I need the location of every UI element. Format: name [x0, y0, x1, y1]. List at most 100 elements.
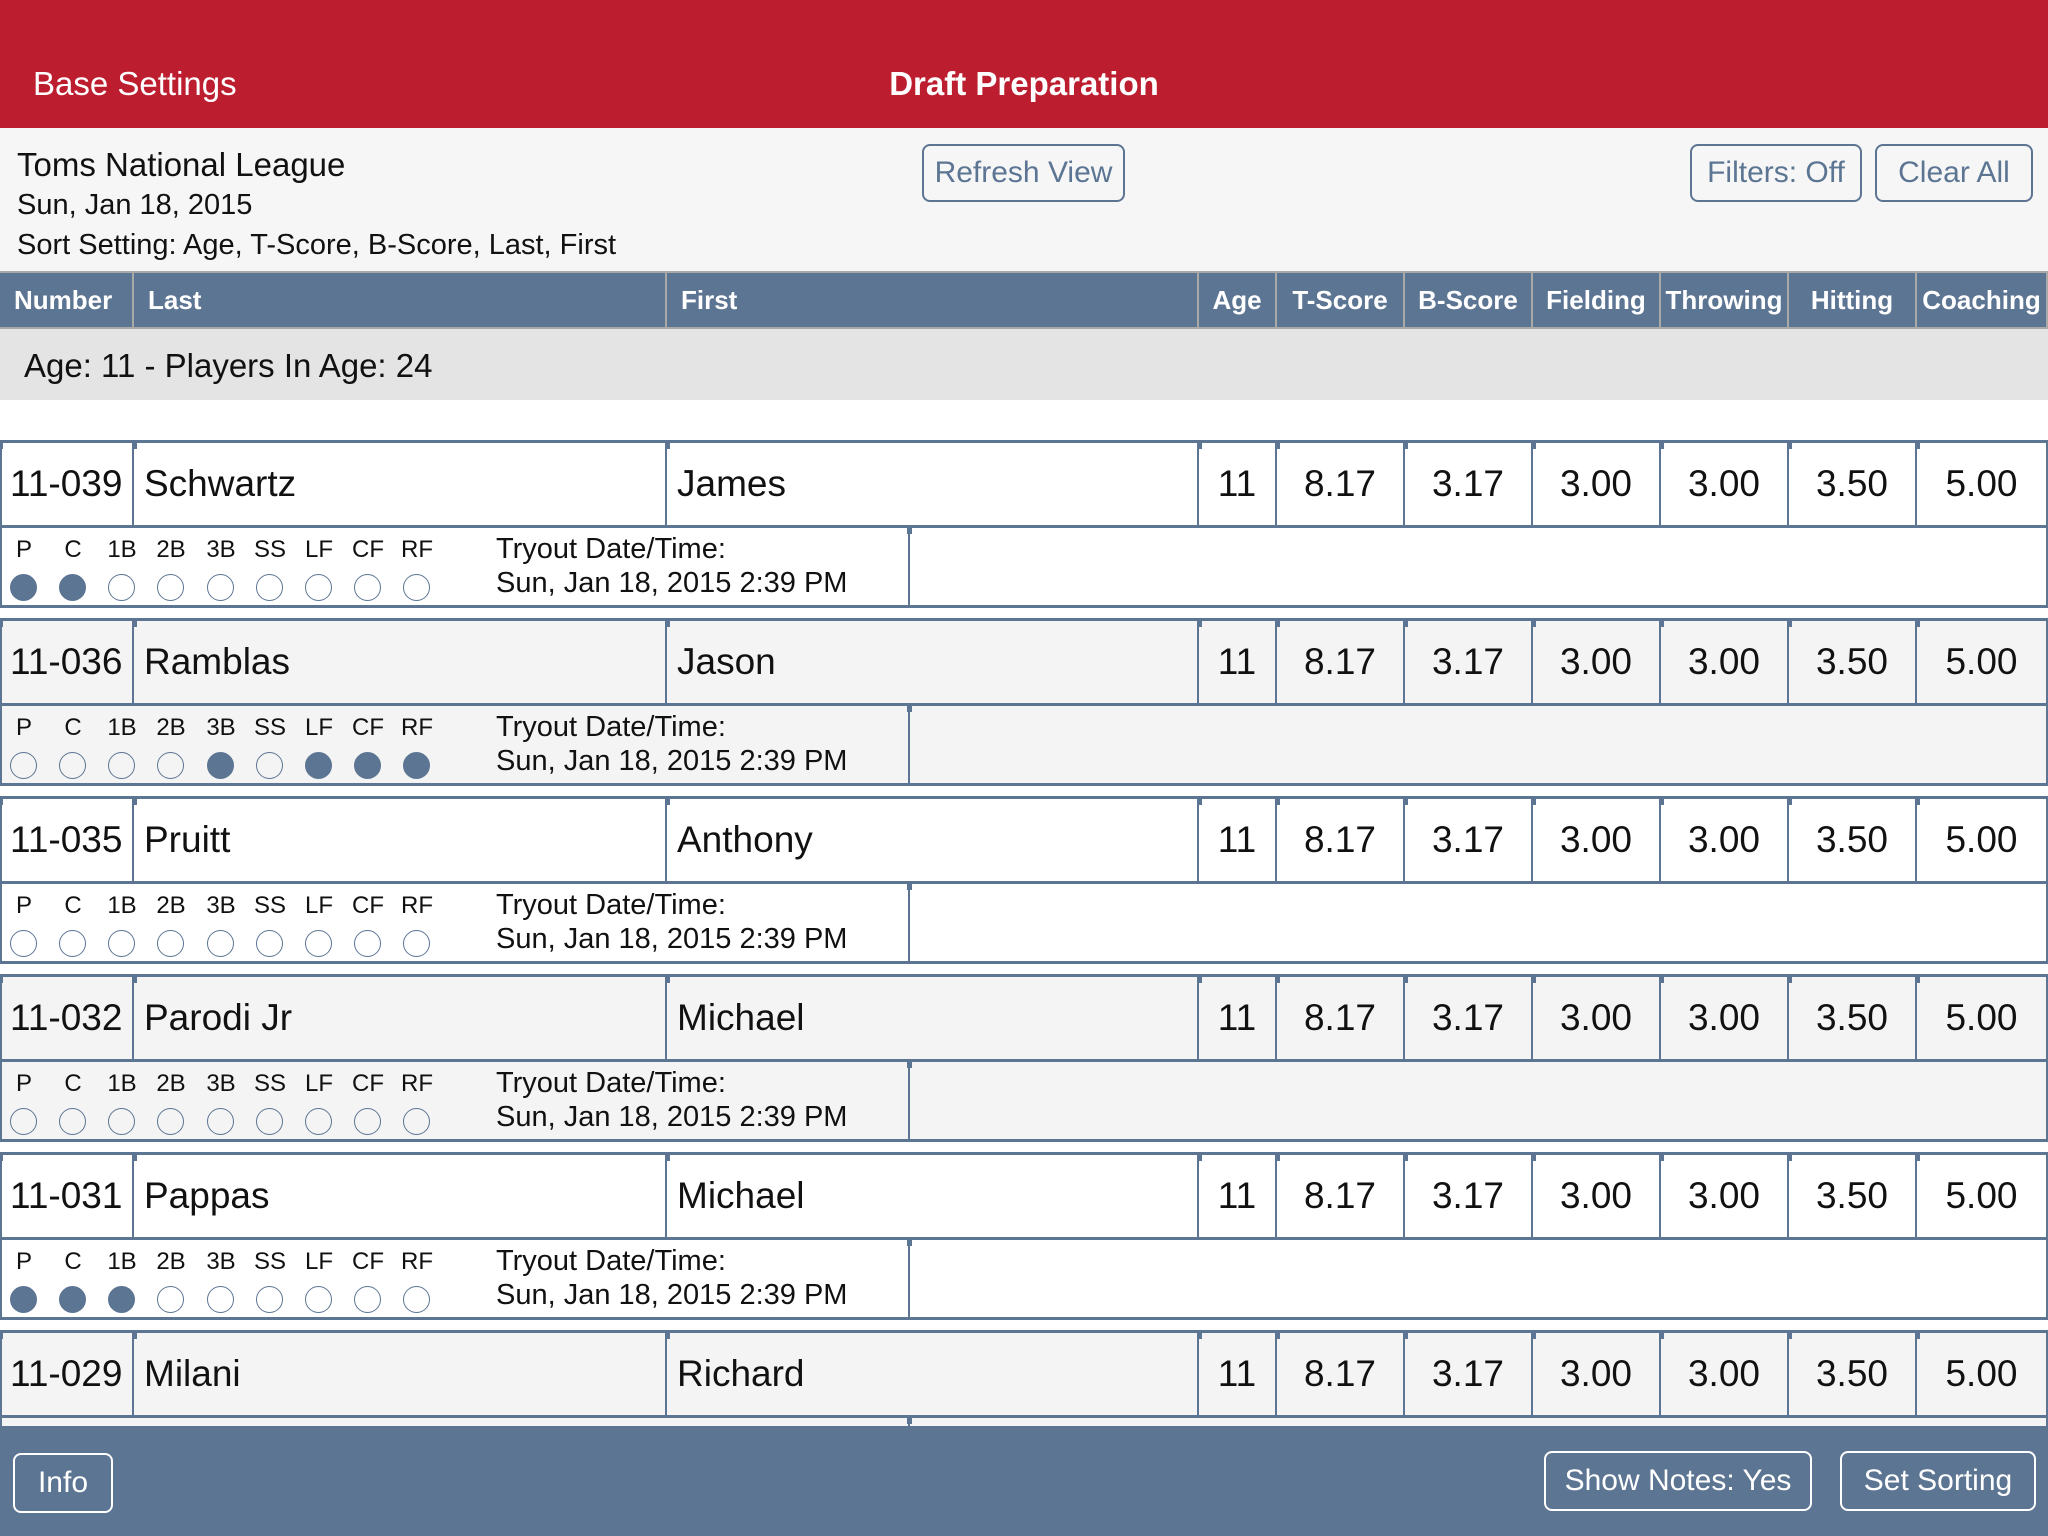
filters-toggle-button[interactable]: Filters: Off	[1690, 144, 1862, 202]
cell-last-name: Ramblas	[132, 621, 667, 703]
league-info-header: Toms National League Sun, Jan 18, 2015 S…	[0, 128, 2048, 271]
position-radio-1b[interactable]	[108, 574, 135, 601]
player-row-partial[interactable]: PC1B2B3BSSLFCFRFTryout Date/Time:Sun, Ja…	[0, 400, 2048, 442]
position-radio-3b[interactable]	[207, 574, 234, 601]
position-radio-rf[interactable]	[403, 1108, 430, 1135]
refresh-view-button[interactable]: Refresh View	[922, 144, 1125, 202]
position-radio-lf[interactable]	[305, 574, 332, 601]
position-label: 2B	[156, 892, 186, 919]
cell-coaching: 5.00	[1915, 1333, 2048, 1415]
column-header-throwing[interactable]: Throwing	[1661, 273, 1789, 327]
column-header-age[interactable]: Age	[1199, 273, 1277, 327]
position-radio-p[interactable]	[10, 1286, 37, 1313]
player-main-row[interactable]: 11-032 Parodi Jr Michael 11 8.17 3.17 3.00 3.00…	[0, 974, 2048, 1062]
player-row[interactable]: 11-035 Pruitt Anthony 11 8.17 3.17 3.00 3.00 3.5…	[0, 796, 2048, 968]
position-radio-1b[interactable]	[108, 930, 135, 957]
set-sorting-button[interactable]: Set Sorting	[1840, 1451, 2036, 1511]
position-radio-3b[interactable]	[207, 1286, 234, 1313]
player-row[interactable]: 11-031 Pappas Michael 11 8.17 3.17 3.00 3.00 3.5…	[0, 1152, 2048, 1324]
position-label: SS	[253, 892, 286, 919]
position-radio-rf[interactable]	[403, 930, 430, 957]
position-radio-c[interactable]	[59, 574, 86, 601]
table-column-header: Number Last First Age T-Score B-Score Fielding…	[0, 271, 2048, 329]
age-group-header: Age: 11 - Players In Age: 24	[0, 329, 2048, 400]
position-label: LF	[304, 1070, 333, 1097]
position-radio-p[interactable]	[10, 1108, 37, 1135]
position-radio-3b[interactable]	[207, 930, 234, 957]
cell-b-score: 3.17	[1403, 977, 1533, 1059]
position-radio-p[interactable]	[10, 574, 37, 601]
position-radio-1b[interactable]	[108, 752, 135, 779]
info-button[interactable]: Info	[13, 1453, 113, 1513]
position-radio-1b[interactable]	[108, 1286, 135, 1313]
column-header-b-score[interactable]: B-Score	[1405, 273, 1533, 327]
position-label: 1B	[107, 536, 137, 563]
position-label: CF	[352, 714, 384, 741]
position-radio-ss[interactable]	[256, 930, 283, 957]
column-header-hitting[interactable]: Hitting	[1789, 273, 1917, 327]
column-header-coaching[interactable]: Coaching	[1917, 273, 2048, 327]
player-row[interactable]: 11-029 Milani Richard 11 8.17 3.17 3.00 3.00 3.5…	[0, 1330, 2048, 1426]
tryout-datetime: Sun, Jan 18, 2015 2:39 PM	[496, 567, 848, 599]
position-radio-3b[interactable]	[207, 1108, 234, 1135]
cell-t-score: 8.17	[1275, 1155, 1405, 1237]
position-radio-lf[interactable]	[305, 1108, 332, 1135]
column-header-first-name[interactable]: First	[667, 273, 1199, 327]
position-radio-2b[interactable]	[157, 752, 184, 779]
position-radio-p[interactable]	[10, 752, 37, 779]
player-main-row[interactable]: 11-029 Milani Richard 11 8.17 3.17 3.00 3.00 3.5…	[0, 1330, 2048, 1418]
position-label: C	[64, 892, 82, 919]
position-radio-rf[interactable]	[403, 752, 430, 779]
player-main-row[interactable]: 11-036 Ramblas Jason 11 8.17 3.17 3.00 3.00 3.50…	[0, 618, 2048, 706]
show-notes-toggle-button[interactable]: Show Notes: Yes	[1544, 1451, 1812, 1511]
position-radio-c[interactable]	[59, 930, 86, 957]
position-radio-2b[interactable]	[157, 1108, 184, 1135]
cell-coaching: 5.00	[1915, 443, 2048, 525]
position-radio-ss[interactable]	[256, 752, 283, 779]
position-radio-2b[interactable]	[157, 930, 184, 957]
column-header-number[interactable]: Number	[0, 273, 134, 327]
cell-number: 11-031	[0, 1155, 134, 1237]
position-radio-2b[interactable]	[157, 1286, 184, 1313]
position-label: 3B	[206, 714, 236, 741]
player-list[interactable]: PC1B2B3BSSLFCFRFTryout Date/Time:Sun, Ja…	[0, 400, 2048, 1426]
position-radio-cf[interactable]	[354, 1286, 381, 1313]
position-radio-ss[interactable]	[256, 574, 283, 601]
position-radio-3b[interactable]	[207, 752, 234, 779]
column-header-t-score[interactable]: T-Score	[1277, 273, 1405, 327]
column-header-fielding[interactable]: Fielding	[1533, 273, 1661, 327]
position-radio-c[interactable]	[59, 1286, 86, 1313]
position-radio-lf[interactable]	[305, 752, 332, 779]
position-radio-lf[interactable]	[305, 1286, 332, 1313]
position-radio-cf[interactable]	[354, 1108, 381, 1135]
player-row[interactable]: 11-032 Parodi Jr Michael 11 8.17 3.17 3.00 3.00…	[0, 974, 2048, 1146]
position-radio-2b[interactable]	[157, 574, 184, 601]
player-row[interactable]: 11-036 Ramblas Jason 11 8.17 3.17 3.00 3.00 3.50…	[0, 618, 2048, 790]
cell-t-score: 8.17	[1275, 799, 1405, 881]
position-radio-ss[interactable]	[256, 1108, 283, 1135]
position-radio-p[interactable]	[10, 930, 37, 957]
player-row[interactable]: 11-039 Schwartz James 11 8.17 3.17 3.00 3.00 3.5…	[0, 440, 2048, 612]
position-radio-c[interactable]	[59, 752, 86, 779]
position-radio-rf[interactable]	[403, 1286, 430, 1313]
player-main-row[interactable]: 11-039 Schwartz James 11 8.17 3.17 3.00 3.00 3.5…	[0, 440, 2048, 528]
position-radio-ss[interactable]	[256, 1286, 283, 1313]
player-main-row[interactable]: 11-031 Pappas Michael 11 8.17 3.17 3.00 3.00 3.5…	[0, 1152, 2048, 1240]
cell-fielding: 3.00	[1531, 799, 1661, 881]
position-radio-lf[interactable]	[305, 930, 332, 957]
position-label: LF	[304, 892, 333, 919]
position-radio-cf[interactable]	[354, 930, 381, 957]
player-main-row[interactable]: 11-035 Pruitt Anthony 11 8.17 3.17 3.00 3.00 3.5…	[0, 796, 2048, 884]
position-radio-cf[interactable]	[354, 574, 381, 601]
position-radio-1b[interactable]	[108, 1108, 135, 1135]
position-radio-cf[interactable]	[354, 752, 381, 779]
tryout-label: Tryout Date/Time:	[496, 1245, 726, 1277]
cell-hitting: 3.50	[1787, 621, 1917, 703]
cell-number: 11-039	[0, 443, 134, 525]
position-radio-c[interactable]	[59, 1108, 86, 1135]
column-header-last-name[interactable]: Last	[134, 273, 667, 327]
cell-age: 11	[1197, 799, 1277, 881]
clear-all-button[interactable]: Clear All	[1875, 144, 2033, 202]
position-radio-rf[interactable]	[403, 574, 430, 601]
cell-t-score: 8.17	[1275, 1333, 1405, 1415]
